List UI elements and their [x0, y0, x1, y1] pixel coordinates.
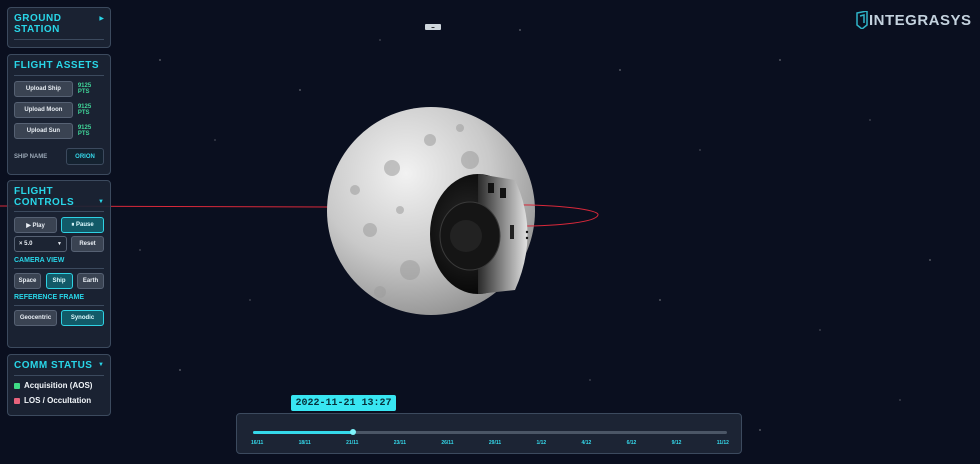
timeline-tick-label: 21/11	[346, 440, 359, 446]
upload-ship-row: Upload Ship 9125 PTS	[14, 81, 104, 97]
timeline-tick-label: 16/11	[251, 440, 264, 446]
ground-station-title: GROUND STATION	[14, 13, 61, 35]
timeline-tick-label: 1/12	[536, 440, 547, 446]
status-los-label: LOS / Occultation	[24, 396, 92, 405]
timeline-tick-label: 26/11	[441, 440, 454, 446]
comm-status-header[interactable]: COMM STATUS ▼	[14, 360, 104, 371]
status-los: LOS / Occultation	[14, 396, 104, 405]
timeline-ticks: 16/11 18/11 21/11 23/11 26/11 29/11 1/12 4/12 6/…	[251, 440, 729, 446]
ground-station-title-line1: GROUND	[14, 13, 62, 24]
chevron-right-icon[interactable]: ▶	[99, 15, 104, 22]
timeline-tick-label: 11/12	[716, 440, 729, 446]
starfield	[139, 29, 931, 431]
pause-button[interactable]: ⏸ Pause	[61, 217, 104, 233]
timeline-tick-label: 29/11	[488, 440, 502, 446]
speed-value: × 5.0	[19, 241, 33, 247]
timeline-slider-handle[interactable]	[349, 429, 356, 435]
ship-name-field[interactable]: ORION	[66, 148, 104, 165]
upload-sun-button[interactable]: Upload Sun	[14, 123, 73, 139]
upload-sun-row: Upload Sun 9125 PTS	[14, 123, 104, 139]
timeline-tick-label: 6/12	[626, 440, 637, 446]
reset-button[interactable]: Reset	[71, 236, 104, 252]
timeline-progress-fill	[253, 431, 353, 434]
speed-row: × 5.0 ▼ Reset	[14, 236, 104, 252]
timeline-tick-label: 9/12	[671, 440, 682, 446]
camera-space-button[interactable]: Space	[14, 273, 41, 289]
flight-assets-title: FLIGHT ASSETS	[14, 60, 100, 71]
space-viewport[interactable]	[0, 0, 980, 464]
reference-frame-group: Geocentric Synodic	[14, 310, 104, 326]
ship-name-label: SHIP NAME	[14, 153, 48, 160]
flight-controls-header[interactable]: FLIGHT CONTROLS ▼	[14, 186, 104, 208]
aos-indicator-icon	[14, 382, 20, 389]
divider	[14, 268, 104, 269]
brand-name: INTEGRASYS	[869, 11, 972, 29]
upload-ship-button[interactable]: Upload Ship	[14, 81, 73, 97]
ground-station-panel: GROUND STATION ▶	[7, 7, 111, 48]
flight-controls-panel: FLIGHT CONTROLS ▼ ▶ Play ⏸ Pause × 5.0 ▼…	[7, 180, 111, 348]
comm-status-panel: COMM STATUS ▼ Acquisition (AOS) LOS / Oc…	[7, 354, 111, 416]
scene-label-marker: ▬	[425, 24, 441, 30]
upload-moon-button[interactable]: Upload Moon	[14, 102, 73, 118]
timeline-panel: 16/11 18/11 21/11 23/11 26/11 29/11 1/12 4/12 6/…	[236, 413, 742, 454]
divider	[14, 211, 104, 212]
geocentric-button[interactable]: Geocentric	[14, 310, 57, 326]
ship-name-row: SHIP NAME ORION	[14, 148, 104, 165]
status-aos: Acquisition (AOS)	[14, 381, 104, 390]
ground-station-title-line2: STATION	[14, 24, 60, 35]
play-button[interactable]: ▶ Play	[14, 217, 57, 233]
camera-earth-button[interactable]: Earth	[77, 273, 104, 289]
camera-ship-button[interactable]: Ship	[45, 273, 73, 289]
chevron-down-icon[interactable]: ▼	[98, 362, 104, 368]
chevron-down-icon[interactable]: ▼	[98, 199, 104, 205]
integrasys-emblem-icon	[856, 11, 868, 29]
divider	[14, 39, 104, 40]
flight-controls-title: FLIGHT CONTROLS	[14, 186, 74, 208]
synodic-button[interactable]: Synodic	[61, 310, 104, 326]
current-timestamp: 2022-11-21 13:27	[291, 395, 396, 411]
chevron-down-icon: ▼	[57, 241, 62, 247]
comm-status-title: COMM STATUS	[14, 360, 93, 371]
orion-spacecraft	[430, 174, 529, 294]
upload-sun-points: 9125 PTS	[77, 125, 92, 137]
upload-moon-row: Upload Moon 9125 PTS	[14, 102, 104, 118]
timeline-tick-label: 4/12	[581, 440, 592, 446]
flight-controls-title-line1: FLIGHT	[14, 186, 54, 197]
upload-moon-points: 9125 PTS	[77, 104, 92, 116]
timeline-tick-label: 23/11	[393, 440, 406, 446]
divider	[14, 305, 104, 306]
timeline-slider[interactable]	[253, 429, 727, 435]
los-indicator-icon	[14, 397, 20, 404]
speed-select[interactable]: × 5.0 ▼	[14, 236, 67, 252]
divider	[14, 375, 104, 376]
upload-ship-points: 9125 PTS	[77, 83, 92, 95]
flight-assets-panel: FLIGHT ASSETS Upload Ship 9125 PTS Uploa…	[7, 54, 111, 175]
divider	[14, 75, 104, 76]
flight-controls-title-line2: CONTROLS	[14, 197, 75, 208]
camera-view-label: CAMERA VIEW	[14, 257, 65, 264]
timeline-tick-label: 18/11	[298, 440, 311, 446]
reference-frame-label: REFERENCE FRAME	[14, 294, 85, 301]
camera-view-group: Space Ship Earth	[14, 273, 104, 289]
playback-row: ▶ Play ⏸ Pause	[14, 217, 104, 233]
status-aos-label: Acquisition (AOS)	[24, 381, 93, 390]
ground-station-header[interactable]: GROUND STATION ▶	[14, 13, 104, 35]
brand-logo: INTEGRASYS	[855, 11, 972, 29]
